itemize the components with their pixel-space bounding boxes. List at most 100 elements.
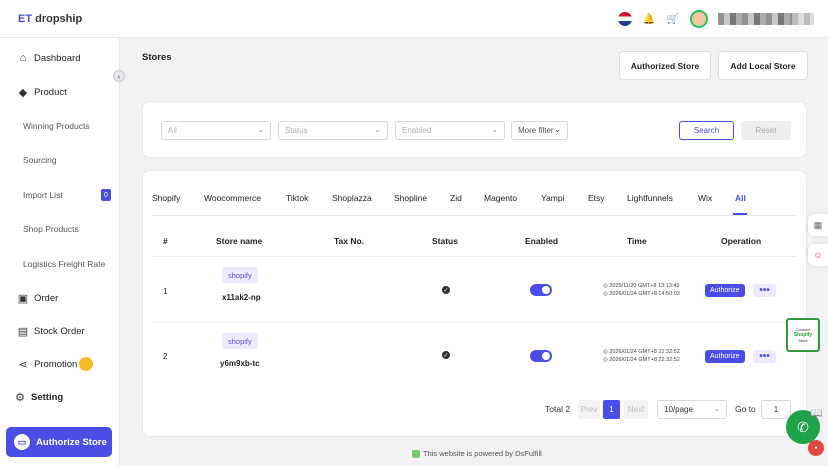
tab-zid[interactable]: Zid — [450, 193, 462, 203]
footer: This website is powered by DsFulfill — [412, 449, 542, 458]
tab-wix[interactable]: Wix — [698, 193, 712, 203]
top-icons: 🔔 🛒 — [618, 10, 810, 28]
gear-icon: ⚙ — [15, 391, 25, 404]
language-flag-icon[interactable] — [618, 12, 632, 26]
status-check-icon: ✓ — [442, 286, 450, 294]
col-header-index: # — [163, 236, 168, 246]
sidebar-item-promotion[interactable]: ⋖ Promotion — [0, 353, 118, 375]
chevron-down-icon: ⌄ — [491, 125, 498, 134]
tabs-divider — [152, 215, 796, 216]
col-header-store-name: Store name — [216, 236, 263, 246]
qr-code-icon[interactable]: ▦ — [808, 214, 828, 236]
goto-page-input[interactable]: 1 — [761, 400, 791, 419]
authorize-button[interactable]: Authorize — [705, 350, 745, 363]
sidebar-item-product[interactable]: ◆ Product — [0, 81, 118, 103]
sidebar-item-order[interactable]: ▣ Order — [0, 287, 118, 309]
enabled-select[interactable]: Enabled ⌄ — [395, 121, 505, 140]
prev-page-button[interactable]: Prev — [578, 400, 600, 419]
row-index: 2 — [163, 352, 168, 361]
promotion-dot — [79, 357, 93, 371]
book-icon[interactable]: 📖 — [810, 408, 822, 419]
row-index: 1 — [163, 287, 168, 296]
authorize-button[interactable]: Authorize — [705, 284, 745, 297]
tab-shopify[interactable]: Shopify — [152, 193, 180, 203]
sidebar: ⌂ Dashboard ◆ Product Winning Products S… — [0, 38, 120, 466]
tab-yampi[interactable]: Yampi — [541, 193, 564, 203]
col-header-status: Status — [432, 236, 458, 246]
connect-shopify-widget[interactable]: Connect Shopify Store — [786, 318, 820, 352]
user-extra-redacted — [792, 13, 814, 25]
table-row: 1 shopify x11ak2-np ✓ ◎ 2025/11/20 GMT+8… — [152, 256, 796, 322]
sidebar-item-dashboard[interactable]: ⌂ Dashboard — [0, 47, 118, 69]
tab-etsy[interactable]: Etsy — [588, 193, 605, 203]
store-name[interactable]: x11ak2-np — [222, 293, 261, 302]
col-header-enabled: Enabled — [525, 236, 559, 246]
support-avatar-icon[interactable]: ☺ — [808, 244, 828, 266]
page-1-button[interactable]: 1 — [603, 400, 620, 419]
page-title: Stores — [142, 52, 172, 63]
goto-label: Go to — [735, 404, 756, 414]
pagination-total: Total 2 — [545, 404, 571, 414]
tab-woocommerce[interactable]: Woocommerce — [204, 193, 261, 203]
share-icon: ⋖ — [18, 358, 28, 371]
active-tab-indicator — [733, 213, 747, 215]
authorized-store-button[interactable]: Authorized Store — [619, 51, 711, 80]
bell-icon[interactable]: 🔔 — [642, 12, 656, 26]
more-filter-select[interactable]: More filter ⌄ — [511, 121, 568, 140]
status-select[interactable]: Status ⌄ — [278, 121, 388, 140]
tab-shopline[interactable]: Shopline — [394, 193, 427, 203]
table-row: 2 shopify y6m9xb-tc ✓ ◎ 2026/01/24 GMT+8… — [152, 322, 796, 388]
col-header-operation: Operation — [721, 236, 762, 246]
platform-tag: shopify — [222, 333, 258, 349]
chevron-down-icon: ⌄ — [713, 404, 720, 413]
col-header-tax-no: Tax No. — [334, 236, 365, 246]
col-header-time: Time — [627, 236, 647, 246]
status-check-icon: ✓ — [442, 351, 450, 359]
collapse-sidebar-button[interactable]: ‹ — [113, 70, 125, 82]
platform-select[interactable]: All ⌄ — [161, 121, 271, 140]
more-actions-button[interactable]: ••• — [753, 350, 776, 363]
chevron-down-icon: ⌄ — [554, 125, 561, 134]
import-count-badge: 0 — [101, 189, 111, 201]
tab-all[interactable]: All — [735, 193, 746, 203]
tab-lightfunnels[interactable]: Lightfunnels — [627, 193, 673, 203]
chevron-down-icon: ⌄ — [257, 125, 264, 134]
cart-icon[interactable]: 🛒 — [666, 12, 680, 26]
sidebar-item-setting[interactable]: ⚙ Setting — [0, 386, 115, 408]
chevron-down-icon: ⌄ — [374, 125, 381, 134]
app-logo[interactable]: ET dropship — [18, 13, 82, 25]
home-icon: ⌂ — [19, 52, 27, 64]
tab-shoplazza[interactable]: Shoplazza — [332, 193, 372, 203]
platform-tag: shopify — [222, 267, 258, 283]
notification-badge-icon[interactable]: ● — [808, 440, 824, 456]
reset-button[interactable]: Reset — [741, 121, 791, 140]
time-updated: ◎ 2026/01/24 GMT+8 22:32:52 — [603, 357, 680, 363]
sidebar-item-shop-products[interactable]: Shop Products — [0, 218, 118, 240]
time-created: ◎ 2025/11/20 GMT+8 13:13:49 — [603, 283, 680, 289]
dsfulfill-logo-icon — [412, 449, 420, 458]
page-size-select[interactable]: 10/page ⌄ — [657, 400, 727, 419]
clipboard-icon: ▤ — [17, 325, 29, 338]
store-icon: ▭ — [14, 434, 30, 450]
order-icon: ▣ — [17, 292, 29, 305]
enabled-toggle[interactable] — [530, 350, 552, 362]
authorize-store-button[interactable]: ▭ Authorize Store — [6, 427, 112, 457]
sidebar-item-stock-order[interactable]: ▤ Stock Order — [0, 320, 118, 342]
tab-magento[interactable]: Magento — [484, 193, 517, 203]
tab-tiktok[interactable]: Tiktok — [286, 193, 308, 203]
cube-icon: ◆ — [18, 86, 28, 99]
avatar[interactable] — [690, 10, 708, 28]
sidebar-item-import-list[interactable]: Import List 0 — [0, 184, 118, 206]
top-bar: ET dropship 🔔 🛒 — [0, 0, 828, 38]
enabled-toggle[interactable] — [530, 284, 552, 296]
sidebar-item-logistics-freight-rate[interactable]: Logistics Freight Rate — [0, 253, 118, 275]
sidebar-item-winning-products[interactable]: Winning Products — [0, 115, 118, 137]
time-updated: ◎ 2026/01/24 GMT+8 14:50:03 — [603, 291, 680, 297]
search-button[interactable]: Search — [679, 121, 734, 140]
time-created: ◎ 2026/01/24 GMT+8 22:32:52 — [603, 349, 680, 355]
sidebar-item-sourcing[interactable]: Sourcing — [0, 149, 118, 171]
next-page-button[interactable]: Next — [624, 400, 648, 419]
store-name[interactable]: y6m9xb-tc — [220, 359, 260, 368]
more-actions-button[interactable]: ••• — [753, 284, 776, 297]
add-local-store-button[interactable]: Add Local Store — [718, 51, 808, 80]
